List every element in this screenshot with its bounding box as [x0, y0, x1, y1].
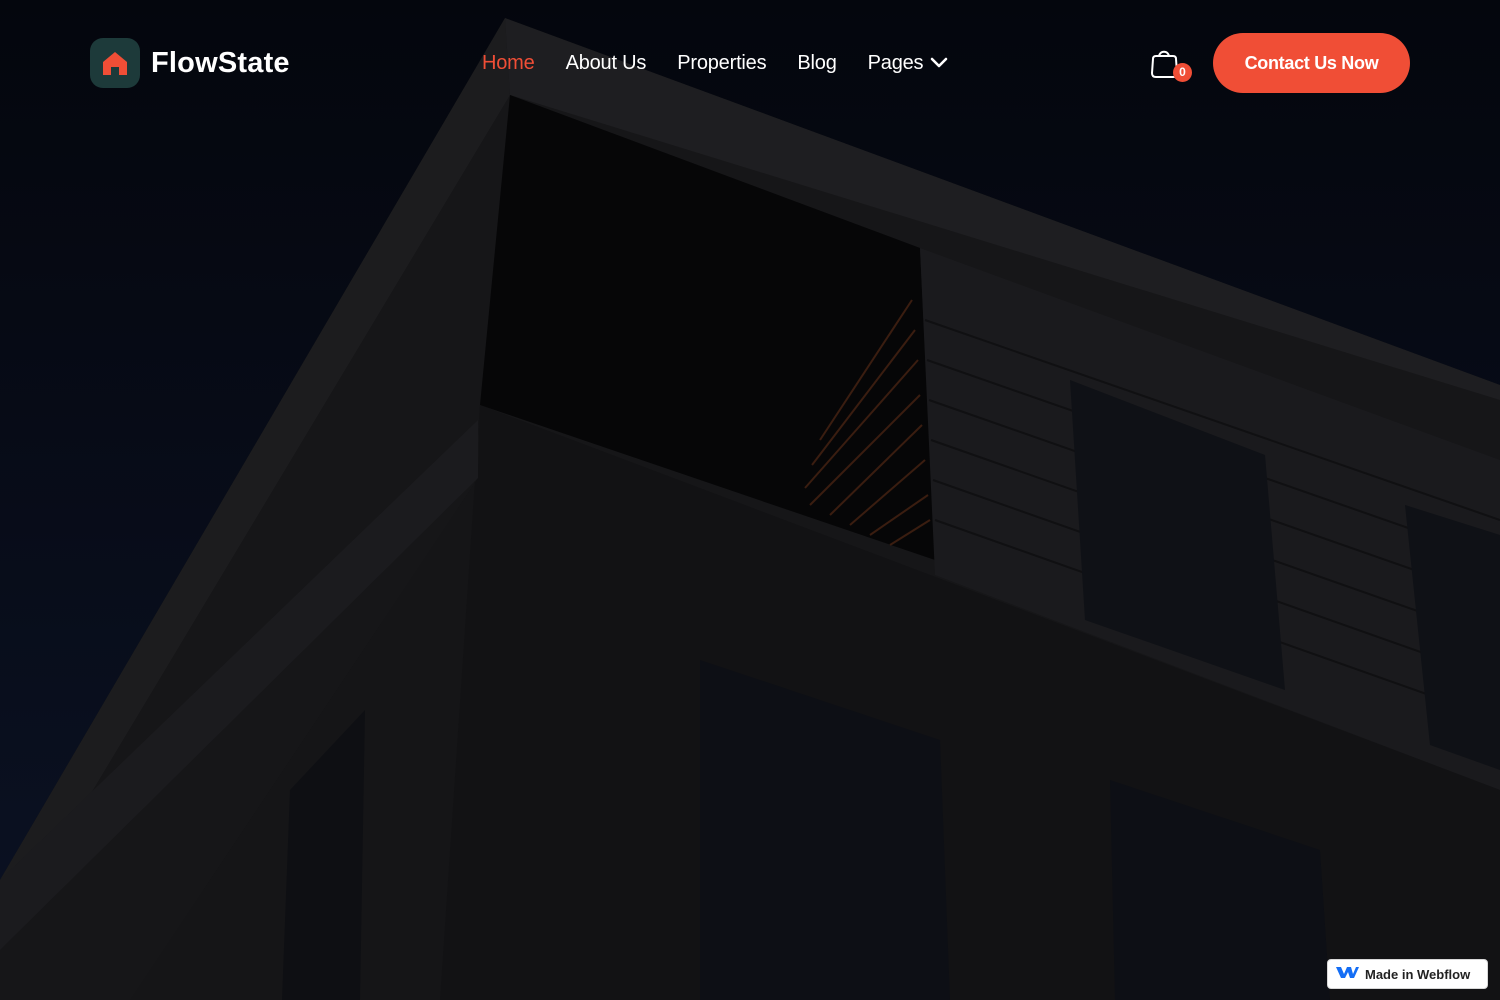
brand-name: FlowState [151, 46, 290, 79]
cart-count-badge: 0 [1173, 63, 1192, 82]
cart-button[interactable]: 0 [1148, 46, 1194, 82]
contact-us-button[interactable]: Contact Us Now [1213, 33, 1410, 93]
logo-link[interactable]: FlowState [90, 38, 290, 88]
main-nav: Home About Us Properties Blog Pages [482, 48, 948, 78]
webflow-badge-label: Made in Webflow [1365, 966, 1471, 982]
chevron-down-icon [930, 57, 948, 69]
nav-dropdown-pages[interactable]: Pages [868, 52, 949, 75]
nav-link-home[interactable]: Home [482, 52, 535, 75]
house-icon [90, 38, 140, 88]
webflow-icon [1335, 964, 1359, 985]
hero-background-image [0, 0, 1500, 1000]
made-in-webflow-badge[interactable]: Made in Webflow [1327, 959, 1488, 989]
nav-link-about-us[interactable]: About Us [566, 52, 647, 75]
nav-dropdown-label: Pages [867, 51, 924, 74]
navbar: FlowState Home About Us Properties Blog … [0, 0, 1500, 126]
nav-link-blog[interactable]: Blog [797, 52, 836, 75]
nav-link-properties[interactable]: Properties [677, 52, 766, 75]
hero-section: FlowState Home About Us Properties Blog … [0, 0, 1500, 1000]
